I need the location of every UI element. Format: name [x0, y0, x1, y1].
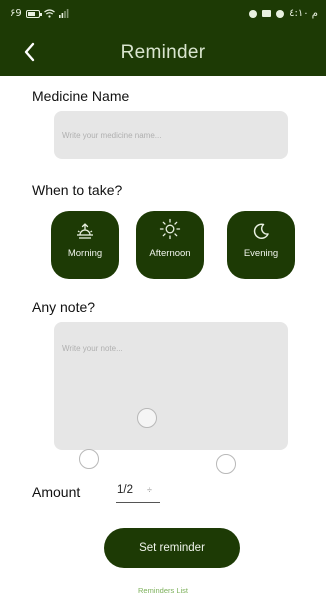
evening-button[interactable]: Evening	[227, 211, 295, 279]
wifi-icon	[43, 9, 55, 18]
medicine-name-input[interactable]	[54, 111, 288, 159]
touch-indicator	[137, 408, 157, 428]
evening-label: Evening	[243, 248, 279, 259]
amount-label: Amount	[32, 484, 81, 500]
page-title: Reminder	[120, 42, 206, 63]
afternoon-button[interactable]: Afternoon	[136, 211, 204, 279]
amount-value: 1/2	[117, 484, 133, 496]
app-bar: Reminder	[0, 28, 326, 76]
medicine-name-label: Medicine Name	[32, 88, 130, 104]
status-clock: م ٤:١٠	[289, 8, 318, 19]
whatsapp-icon	[276, 9, 285, 18]
signal-icon	[58, 9, 69, 18]
moon-icon	[253, 223, 269, 239]
status-left: ۶9	[10, 8, 69, 19]
morning-label: Morning	[67, 248, 103, 259]
sunrise-icon	[77, 223, 93, 239]
touch-indicator	[216, 454, 236, 474]
note-input[interactable]	[54, 322, 288, 450]
morning-button[interactable]: Morning	[51, 211, 119, 279]
note-label: Any note?	[32, 299, 96, 315]
whatsapp-icon	[249, 9, 258, 18]
status-right: م ٤:١٠	[249, 8, 318, 19]
reminders-list-link[interactable]: Reminders List	[0, 586, 326, 595]
status-bar: ۶9 م ٤:١٠	[0, 0, 326, 28]
battery-icon	[25, 9, 42, 18]
camera-icon	[262, 10, 272, 17]
when-to-take-label: When to take?	[32, 182, 123, 198]
status-time-left: ۶9	[10, 8, 22, 19]
dropdown-caret-icon: ÷	[147, 485, 152, 495]
sun-icon	[159, 218, 181, 240]
afternoon-label: Afternoon	[149, 248, 191, 259]
touch-indicator	[79, 449, 99, 469]
amount-dropdown[interactable]: 1/2 ÷	[116, 481, 160, 503]
set-reminder-button[interactable]: Set reminder	[104, 528, 240, 568]
